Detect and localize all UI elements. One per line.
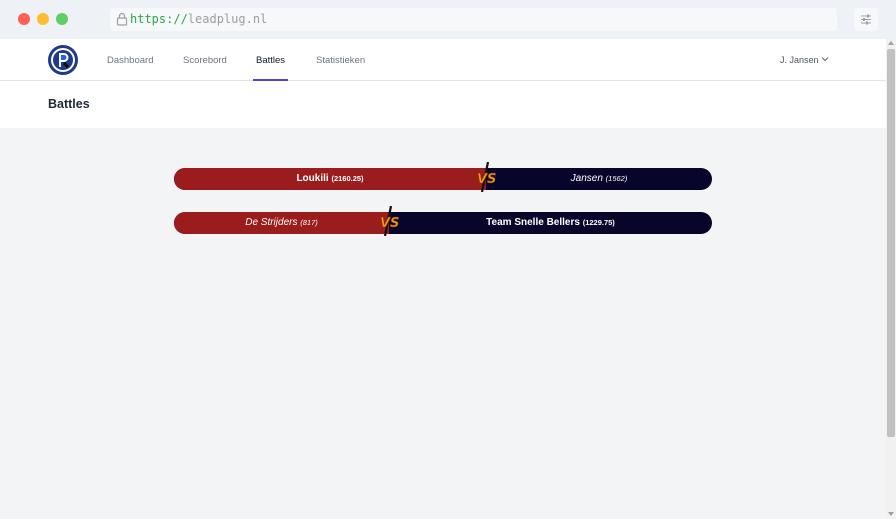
nav-dashboard[interactable]: Dashboard	[107, 55, 153, 66]
battle-right-team: Team Snelle Bellers (1229.75)	[486, 217, 615, 228]
battle-row[interactable]: Loukili (2160.25) Jansen (1562)	[174, 168, 712, 190]
scroll-down-icon[interactable]	[888, 512, 894, 516]
maximize-window-button[interactable]	[56, 13, 68, 25]
svg-text:VS: VS	[477, 172, 496, 187]
leadplug-logo-icon[interactable]	[47, 44, 79, 76]
user-menu[interactable]: J. Jansen	[780, 55, 819, 65]
browser-menu-button[interactable]	[854, 8, 878, 31]
vs-badge-icon: VS	[380, 206, 399, 236]
battle-left-team: De Strijders (817)	[245, 217, 318, 228]
address-bar[interactable]: https://leadplug.nl	[110, 8, 837, 31]
sliders-icon	[861, 14, 871, 25]
url-text: https://leadplug.nl	[130, 12, 268, 26]
nav-battles[interactable]: Battles	[256, 55, 285, 66]
chevron-down-icon[interactable]	[821, 56, 829, 62]
page-title: Battles	[48, 97, 90, 111]
vs-badge-icon: VS	[477, 162, 496, 192]
lock-icon	[116, 12, 128, 26]
minimize-window-button[interactable]	[37, 13, 49, 25]
battle-left-team: Loukili (2160.25)	[296, 173, 364, 184]
page-header: Battles	[0, 81, 886, 128]
nav-statistieken[interactable]: Statistieken	[316, 55, 365, 66]
browser-chrome: https://leadplug.nl	[0, 0, 896, 39]
close-window-button[interactable]	[18, 13, 30, 25]
nav-scorebord[interactable]: Scorebord	[183, 55, 227, 66]
battle-right-team: Jansen (1562)	[570, 173, 628, 184]
scroll-up-icon[interactable]	[888, 41, 894, 45]
top-navbar: Dashboard Scorebord Battles Statistieken…	[0, 39, 886, 81]
svg-text:VS: VS	[380, 216, 399, 231]
scrollbar-thumb[interactable]	[887, 49, 895, 437]
battle-row[interactable]: De Strijders (817) Team Snelle Bellers (…	[174, 212, 712, 234]
